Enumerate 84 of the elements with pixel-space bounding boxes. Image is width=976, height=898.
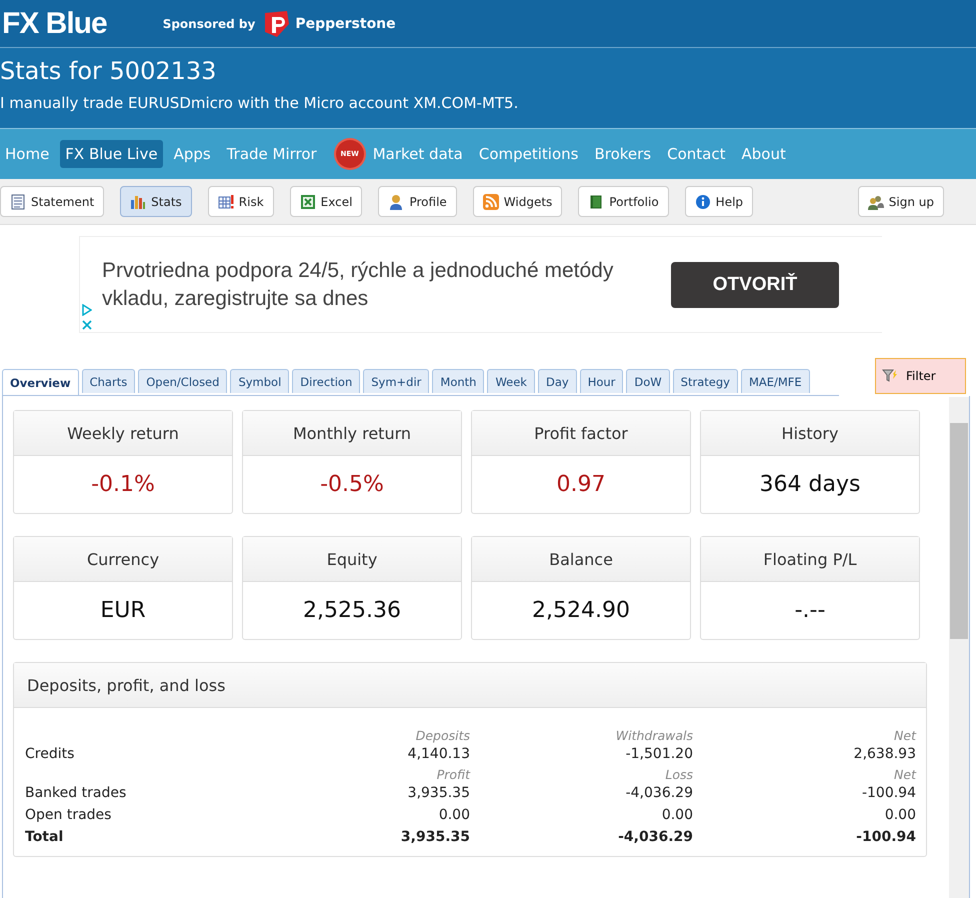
tab[interactable]: Symbol <box>230 369 290 393</box>
spreadsheet-icon <box>300 194 316 210</box>
funnel-icon <box>882 368 898 384</box>
tab[interactable]: Day <box>538 369 577 393</box>
rss-icon <box>482 194 499 210</box>
row-label: Banked trades <box>25 784 128 803</box>
card-title: History <box>701 411 919 456</box>
tab[interactable]: Charts <box>82 369 136 393</box>
help-icon <box>694 194 711 210</box>
book-icon <box>588 194 604 210</box>
row-label: Open trades <box>25 806 112 825</box>
row-label: Credits <box>25 745 76 764</box>
tab[interactable]: DoW <box>626 369 670 393</box>
play-icon[interactable] <box>82 304 92 316</box>
toolbar-button[interactable]: Excel <box>290 186 362 217</box>
tab[interactable]: Overview <box>2 369 79 395</box>
card-title: Floating P/L <box>701 537 919 582</box>
tab[interactable]: Direction <box>292 369 360 393</box>
column-heading: Deposits <box>414 728 470 743</box>
tab[interactable]: Hour <box>580 369 624 393</box>
sponsor-text: Sponsored by <box>162 16 256 30</box>
card-value: 2,525.36 <box>302 597 402 625</box>
tab[interactable]: Open/Closed <box>138 369 228 393</box>
table-cell-text: -100.94 <box>860 784 916 803</box>
card-value: 2,524.90 <box>531 597 631 625</box>
card-value: -0.5% <box>319 471 385 499</box>
table-cell-text: 0.00 <box>660 806 693 825</box>
toolbar-button[interactable]: Portfolio <box>578 186 669 217</box>
table-cell-text: -100.94 <box>855 828 916 847</box>
panel-title: Deposits, profit, and loss <box>14 663 926 708</box>
table-cell-text: -4,036.29 <box>617 828 693 847</box>
table-cell-text: -4,036.29 <box>624 784 693 803</box>
toolbar-button[interactable]: Statement <box>0 186 104 217</box>
bar-chart-icon <box>130 194 146 210</box>
card-value: EUR <box>99 597 147 625</box>
toolbar-button[interactable]: Widgets <box>472 186 562 217</box>
table-cell-text: 0.00 <box>438 806 470 825</box>
document-icon <box>10 194 26 210</box>
sponsor-name[interactable]: Pepperstone <box>295 16 396 32</box>
tab[interactable]: Week <box>487 369 535 393</box>
people-icon <box>868 194 884 210</box>
card-title: Balance <box>472 537 690 582</box>
column-heading: Net <box>893 728 916 743</box>
page-title: Stats for 5002133 <box>0 56 218 86</box>
column-heading: Loss <box>664 767 693 782</box>
toolbar-button[interactable]: Profile <box>378 186 457 217</box>
column-heading: Profit <box>436 767 470 782</box>
table-cell-text: 3,935.35 <box>400 828 470 847</box>
table-cell-text: 2,638.93 <box>852 745 916 764</box>
toolbar-button[interactable]: Risk <box>208 186 274 217</box>
table-cell-text: 4,140.13 <box>406 745 470 764</box>
ad-open-button[interactable]: OTVORIŤ <box>671 262 839 308</box>
tab[interactable]: Month <box>432 369 484 393</box>
scrollbar-thumb[interactable] <box>950 423 968 639</box>
row-label: Total <box>25 828 64 847</box>
person-icon <box>388 194 404 210</box>
card-title: Weekly return <box>14 411 232 456</box>
table-warning-icon <box>218 194 234 210</box>
card-value: -0.1% <box>90 471 156 499</box>
table-cell-text: 0.00 <box>884 806 916 825</box>
column-heading: Withdrawals <box>614 728 693 743</box>
column-heading: Net <box>893 767 916 782</box>
sign-up-button[interactable]: Sign up <box>858 186 944 217</box>
card-title: Currency <box>14 537 232 582</box>
card-value: -.-- <box>794 597 826 625</box>
nav-link[interactable]: FX Blue Live <box>60 140 163 168</box>
card-title: Profit factor <box>472 411 690 456</box>
ad-text: Prvotriedna podpora 24/5, rýchle a jednoduché metódy vkladu, zaregistrujte sa dnes <box>102 258 614 312</box>
filter-button[interactable]: Filter <box>875 358 966 394</box>
page-subtitle: I manually trade EURUSDmicro with the Micro account XM.COM-MT5. <box>0 94 520 112</box>
close-icon[interactable] <box>82 320 92 330</box>
card-title: Monthly return <box>243 411 461 456</box>
toolbar-button[interactable]: Help <box>684 186 754 217</box>
tab[interactable]: Strategy <box>672 369 738 393</box>
logo[interactable]: FX Blue <box>2 6 107 40</box>
tab[interactable]: Sym+dir <box>363 369 430 393</box>
tab[interactable]: MAE/MFE <box>740 369 810 393</box>
card-title: Equity <box>243 537 461 582</box>
table-cell-text: -1,501.20 <box>624 745 693 764</box>
card-value: 0.97 <box>556 471 606 499</box>
card-value: 364 days <box>758 471 862 499</box>
toolbar-button[interactable]: Stats <box>120 186 192 217</box>
scrollbar[interactable] <box>949 397 969 898</box>
table-cell-text: 3,935.35 <box>406 784 470 803</box>
